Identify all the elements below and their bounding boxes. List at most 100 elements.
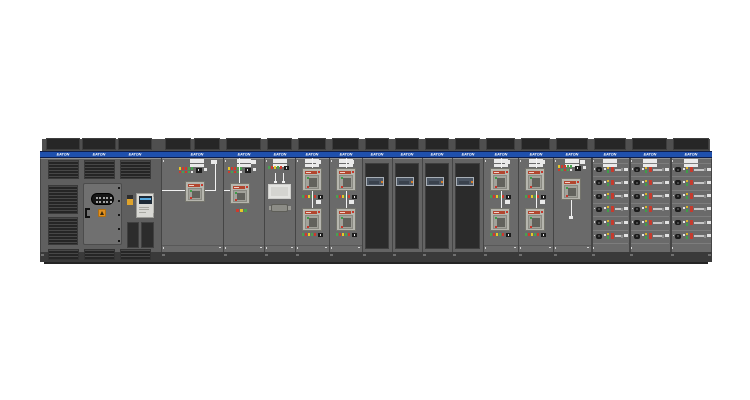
unit-handle <box>694 208 704 210</box>
brand-logo: EATON <box>565 153 580 157</box>
screw-dot <box>358 247 360 249</box>
section-feeder-3: EATON <box>483 137 518 263</box>
screw-dot <box>555 160 557 162</box>
unit-switch-knob <box>634 194 640 199</box>
aux-switch-handle <box>127 199 133 205</box>
indicator-lamp <box>271 166 273 169</box>
indicator-lamp <box>561 165 563 168</box>
section-divider <box>629 158 631 252</box>
vent-louver <box>190 159 204 163</box>
knob-center <box>636 208 638 210</box>
unit-label <box>707 168 711 171</box>
indicator-lamp <box>561 169 563 172</box>
vent-grille <box>120 249 151 260</box>
vent-grille <box>120 160 151 179</box>
indicator-lamp <box>305 233 307 236</box>
panel-seam <box>483 245 518 246</box>
unit-handle-tip <box>704 181 706 184</box>
control-switch <box>196 168 202 173</box>
unit-handle <box>653 235 662 237</box>
plinth-foot <box>162 254 165 257</box>
vent-grille <box>84 249 115 260</box>
switchgear-lineup: EATONEATONEATONEATONEATONEATONEATONEATON… <box>40 137 712 263</box>
roof-hood <box>365 138 389 150</box>
indicator-lamp <box>231 171 233 174</box>
acb-face <box>305 215 319 229</box>
brand-logo: EATON <box>305 153 320 157</box>
gland-plate <box>271 204 288 212</box>
roof-hood <box>194 138 220 150</box>
unit-handle-tip <box>621 235 623 238</box>
unit-lamp-yellow <box>686 233 688 235</box>
control-switch <box>318 195 323 199</box>
indicator-lamp <box>570 169 572 172</box>
unit-handle-tip <box>621 195 623 198</box>
switch-pin <box>543 196 544 198</box>
hmi-screen-line <box>429 181 439 184</box>
indicator-lamp <box>528 233 530 236</box>
meter-buttons <box>139 209 149 210</box>
indicator-lamp <box>493 233 495 236</box>
acb-strip-label <box>529 172 534 173</box>
screw-dot <box>520 160 522 162</box>
mimic-line <box>312 191 313 208</box>
section-divider <box>591 158 593 252</box>
acb-fault-led <box>506 211 508 213</box>
control-switch <box>284 166 289 170</box>
knob-center <box>636 222 638 224</box>
unit-lamp-white <box>604 234 606 236</box>
hinge-dot <box>118 240 120 242</box>
indicator-lamp <box>179 167 181 170</box>
indicator-lamp <box>236 209 239 212</box>
unit-switch-knob <box>675 234 681 239</box>
plinth-foot <box>592 254 595 257</box>
cabinet-door <box>365 163 389 249</box>
unit-breaker-red <box>611 167 614 173</box>
indicator-lamp <box>188 167 190 170</box>
unit-label <box>665 207 669 210</box>
indicator-lamp <box>182 167 184 170</box>
unit-lamp-yellow <box>645 180 647 182</box>
roof-hood <box>267 138 292 150</box>
screw-dot <box>266 247 268 249</box>
unit-handle-tip <box>704 168 706 171</box>
mcc-unit-row <box>672 217 710 229</box>
unit-lamp-green <box>645 236 647 239</box>
knob-center <box>598 235 600 237</box>
warning-triangle <box>100 211 104 215</box>
acb-trip-led <box>235 199 237 201</box>
unit-lamp-white <box>642 207 644 209</box>
screw-dot <box>514 247 516 249</box>
unit-lamp-yellow <box>686 193 688 195</box>
gland-tab <box>269 206 272 210</box>
connector-pin <box>99 201 101 203</box>
indicator-lamp <box>531 233 533 236</box>
control-switch <box>318 233 323 237</box>
indicator-lamp <box>570 165 572 168</box>
unit-breaker-red <box>611 233 614 239</box>
meter-buttons <box>139 207 149 208</box>
unit-lamp-yellow <box>607 220 609 222</box>
acb-breaker <box>230 183 250 204</box>
switch-pin <box>508 196 509 198</box>
indicator-lamp <box>302 233 304 236</box>
unit-breaker-red <box>649 220 652 226</box>
acb-face <box>233 190 247 202</box>
knob-center <box>598 169 600 171</box>
mimic-node <box>349 160 354 164</box>
screw-dot <box>555 247 557 249</box>
acb-ok-led <box>566 187 568 189</box>
unit-screw <box>632 221 634 223</box>
indicator-lamp <box>345 233 347 236</box>
acb-breaker <box>490 208 510 231</box>
control-switch <box>506 195 511 199</box>
label-plate <box>204 168 207 171</box>
meter-window-face <box>271 187 288 196</box>
mimic-arrow <box>274 181 277 183</box>
unit-handle-tip <box>662 208 664 211</box>
unit-lamp-green <box>607 209 609 212</box>
indicator-lamp <box>336 195 338 198</box>
acb-breaker <box>336 208 356 231</box>
roof-hood <box>632 138 667 150</box>
unit-switch-knob <box>634 180 640 185</box>
